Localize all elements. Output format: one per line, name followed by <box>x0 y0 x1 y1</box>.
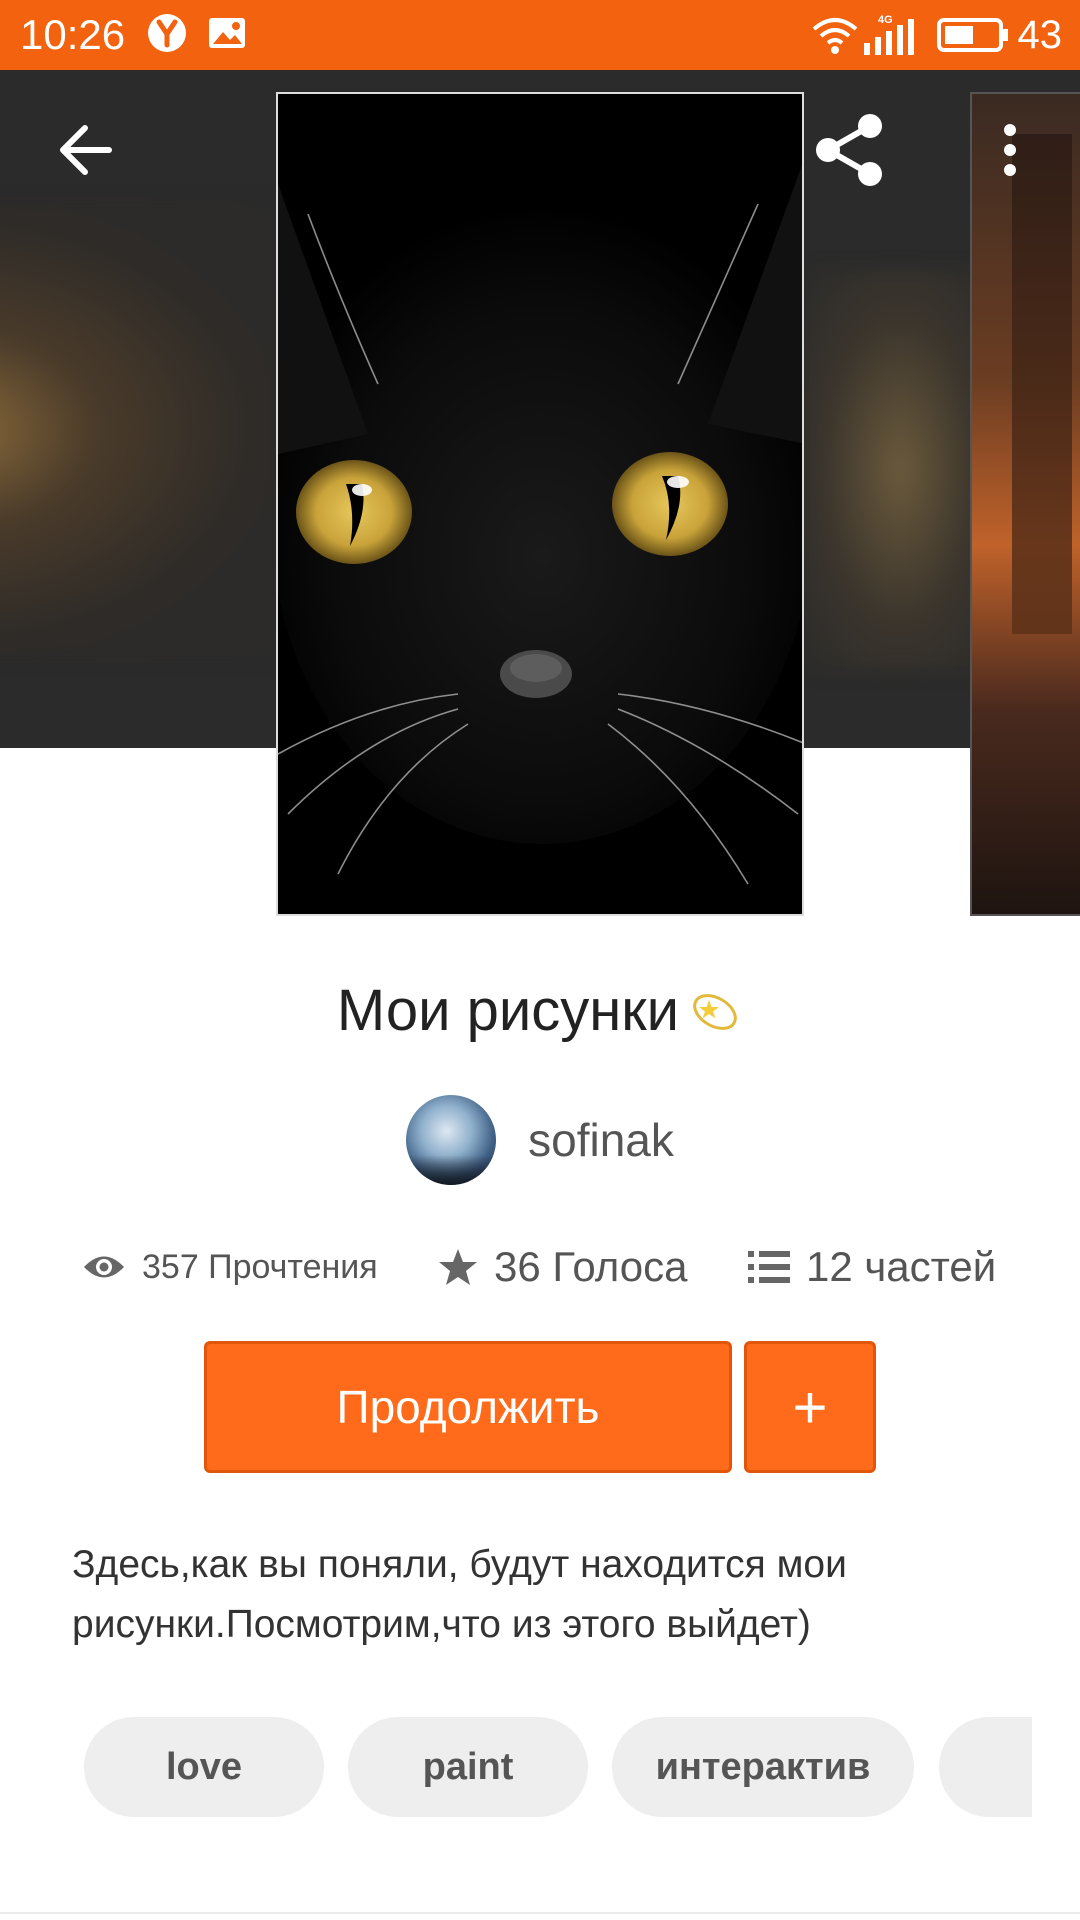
black-cat-cover-image <box>278 94 802 914</box>
bottom-divider <box>0 1912 1080 1914</box>
battery-icon <box>936 18 1008 52</box>
parts-stat: 12 частей <box>748 1235 996 1299</box>
tag-partial[interactable] <box>939 1717 1032 1817</box>
reads-count: 357 Прочтения <box>142 1247 378 1286</box>
signal-4g-icon: 4G <box>863 14 914 55</box>
dizzy-star-icon <box>693 994 737 1030</box>
list-icon <box>748 1251 790 1283</box>
previous-cover-blur <box>0 200 280 660</box>
more-vertical-icon <box>1004 124 1016 176</box>
author-name[interactable]: sofinak <box>528 1113 674 1167</box>
votes-count: 36 Голоса <box>494 1243 688 1290</box>
eye-icon <box>84 1256 124 1278</box>
yandex-icon <box>148 14 186 52</box>
cover-building-image <box>1012 134 1072 634</box>
status-right: 4G 43 <box>810 10 1063 60</box>
reads-stat: 357 Прочтения <box>82 1235 378 1299</box>
votes-stat: 36 Голоса <box>438 1235 687 1299</box>
tag-list[interactable]: love paint интерактив <box>84 1717 1032 1817</box>
tag-interactive[interactable]: интерактив <box>612 1717 914 1817</box>
battery-level: 43 <box>1017 12 1063 57</box>
author-row[interactable]: sofinak <box>0 1095 1080 1185</box>
story-cover[interactable] <box>276 92 804 916</box>
story-title: Мои рисунки <box>0 975 1080 1047</box>
star-icon <box>439 1249 477 1285</box>
status-time: 10:26 <box>20 11 126 58</box>
tag-paint[interactable]: paint <box>348 1717 588 1817</box>
image-notification-icon <box>209 18 245 48</box>
arrow-left-icon <box>60 125 112 175</box>
share-button[interactable] <box>805 105 895 195</box>
more-options-button[interactable] <box>985 110 1035 190</box>
story-stats: 357 Прочтения 36 Голоса 12 частей <box>0 1235 1080 1299</box>
share-icon <box>816 114 882 186</box>
story-title-text: Мои рисунки <box>336 978 680 1043</box>
next-story-cover[interactable] <box>970 92 1080 916</box>
wifi-icon <box>812 18 857 54</box>
back-button[interactable] <box>40 110 130 190</box>
continue-reading-button[interactable]: Продолжить <box>204 1341 732 1473</box>
add-to-library-button[interactable]: + <box>744 1341 876 1473</box>
author-avatar[interactable] <box>406 1095 497 1185</box>
tag-love[interactable]: love <box>84 1717 324 1817</box>
parts-count: 12 частей <box>806 1243 997 1290</box>
status-bar: 10:26 4G 43 <box>0 0 1080 70</box>
network-label: 4G <box>878 14 893 26</box>
story-description: Здесь,как вы поняли, будут находится мои… <box>72 1543 847 1646</box>
